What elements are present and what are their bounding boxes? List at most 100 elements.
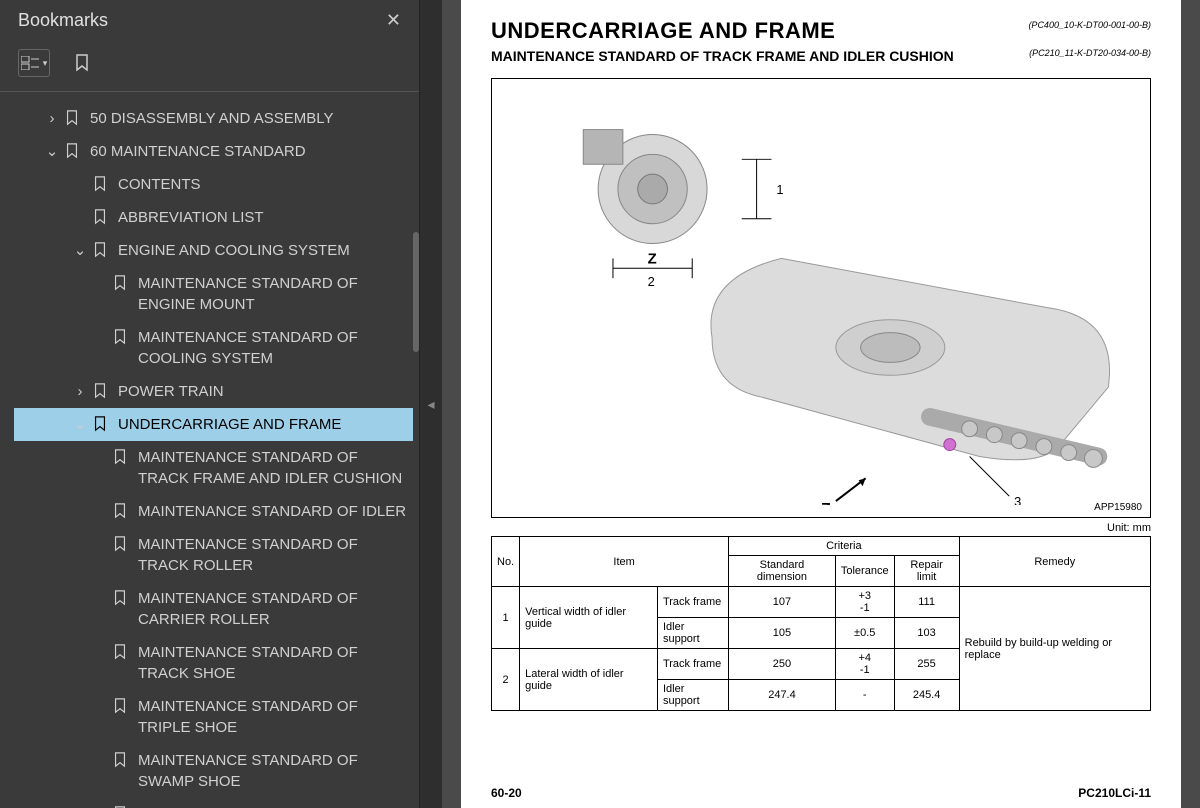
bookmark-label: MAINTENANCE STANDARD OF COOLING SYSTEM bbox=[138, 327, 409, 369]
bookmark-icon bbox=[112, 644, 128, 660]
bookmark-item[interactable]: MAINTENANCE STANDARD OF CARRIER ROLLER bbox=[14, 582, 413, 636]
bookmark-label: 60 MAINTENANCE STANDARD bbox=[90, 141, 409, 162]
bookmark-item[interactable]: MAINTENANCE STANDARD OF TRACK FRAME AND … bbox=[14, 441, 413, 495]
bookmark-item[interactable]: MAINTENANCE STANDARD OF TRACK SHOE bbox=[14, 636, 413, 690]
bookmark-item[interactable]: MAINTENANCE STANDARD OF ENGINE MOUNT bbox=[14, 267, 413, 321]
bookmark-item[interactable]: › POWER TRAIN bbox=[14, 375, 413, 408]
bookmarks-title: Bookmarks bbox=[18, 10, 108, 31]
bookmark-item[interactable]: CONTENTS bbox=[14, 168, 413, 201]
bookmark-label: MAINTENANCE STANDARD OF TRACK SHOE bbox=[138, 642, 409, 684]
doc-code-1: (PC400_10-K-DT00-001-00-B) bbox=[1028, 20, 1151, 30]
bookmark-icon bbox=[64, 143, 80, 159]
th-std: Standard dimension bbox=[729, 556, 836, 587]
cell-remedy: Rebuild by build-up welding or replace bbox=[959, 587, 1150, 711]
cell: - bbox=[835, 680, 894, 711]
bookmark-icon bbox=[92, 209, 108, 225]
th-rep: Repair limit bbox=[894, 556, 959, 587]
th-item: Item bbox=[520, 537, 729, 587]
technical-diagram: 1 Z 2 bbox=[504, 91, 1138, 505]
cell: 255 bbox=[894, 649, 959, 680]
cell: 105 bbox=[729, 618, 836, 649]
panel-collapse-handle[interactable]: ◂ bbox=[420, 0, 442, 808]
cell: 2 bbox=[492, 649, 520, 711]
bookmark-label: MAINTENANCE STANDARD OF ENGINE MOUNT bbox=[138, 273, 409, 315]
cell: Vertical width of idler guide bbox=[520, 587, 658, 649]
bookmark-item[interactable]: MAINTENANCE STANDARD OF TRACK ROLLER bbox=[14, 528, 413, 582]
options-button[interactable]: ▾ bbox=[18, 49, 50, 77]
bookmark-label: ENGINE AND COOLING SYSTEM bbox=[118, 240, 409, 261]
cell: 107 bbox=[729, 587, 836, 618]
callout-2: 2 bbox=[648, 274, 655, 289]
bookmarks-tree[interactable]: › 50 DISASSEMBLY AND ASSEMBLY ⌄ 60 MAINTENA… bbox=[0, 92, 419, 808]
bookmark-icon bbox=[92, 176, 108, 192]
bookmark-label: POWER TRAIN bbox=[118, 381, 409, 402]
bookmark-item[interactable]: ⌄ 60 MAINTENANCE STANDARD bbox=[14, 135, 413, 168]
bookmark-label: MAINTENANCE STANDARD OF TRACK ROLLER bbox=[138, 534, 409, 576]
bookmark-icon bbox=[112, 275, 128, 291]
footer-right: PC210LCi-11 bbox=[1078, 786, 1151, 800]
bookmark-item[interactable]: MAINTENANCE STANDARD OF COOLING SYSTEM bbox=[14, 321, 413, 375]
chevron-icon[interactable]: ⌄ bbox=[72, 414, 88, 435]
callout-1: 1 bbox=[776, 182, 783, 197]
bookmark-label: 50 DISASSEMBLY AND ASSEMBLY bbox=[90, 108, 409, 129]
footer-left: 60-20 bbox=[491, 786, 522, 800]
cell: 245.4 bbox=[894, 680, 959, 711]
bookmark-icon bbox=[92, 242, 108, 258]
cell: 1 bbox=[492, 587, 520, 649]
document-viewport[interactable]: UNDERCARRIAGE AND FRAME (PC400_10-K-DT00… bbox=[442, 0, 1200, 808]
bookmark-item[interactable]: MAINTENANCE STANDARD OF TRIPLE SHOE bbox=[14, 690, 413, 744]
figure-box: 1 Z 2 bbox=[491, 78, 1151, 518]
cell: 103 bbox=[894, 618, 959, 649]
chevron-icon[interactable]: ⌄ bbox=[72, 240, 88, 261]
cell: 247.4 bbox=[729, 680, 836, 711]
th-remedy: Remedy bbox=[959, 537, 1150, 587]
th-criteria: Criteria bbox=[729, 537, 960, 556]
bookmark-label: UNDERCARRIAGE AND FRAME bbox=[118, 414, 409, 435]
bookmark-label: MAINTENANCE STANDARD OF ROAD bbox=[138, 804, 409, 808]
bookmark-item[interactable]: ⌄ ENGINE AND COOLING SYSTEM bbox=[14, 234, 413, 267]
cell: Track frame bbox=[657, 587, 728, 618]
bookmark-item[interactable]: MAINTENANCE STANDARD OF IDLER bbox=[14, 495, 413, 528]
bookmark-label: MAINTENANCE STANDARD OF TRIPLE SHOE bbox=[138, 696, 409, 738]
chevron-left-icon: ◂ bbox=[427, 396, 434, 413]
cell: Lateral width of idler guide bbox=[520, 649, 658, 711]
scrollbar-thumb[interactable] bbox=[413, 232, 419, 352]
figure-id: APP15980 bbox=[1094, 502, 1142, 513]
chevron-icon[interactable]: › bbox=[44, 108, 60, 129]
bookmark-item[interactable]: › 50 DISASSEMBLY AND ASSEMBLY bbox=[14, 102, 413, 135]
bookmark-icon bbox=[112, 503, 128, 519]
pdf-page: UNDERCARRIAGE AND FRAME (PC400_10-K-DT00… bbox=[461, 0, 1181, 808]
close-icon[interactable]: ✕ bbox=[386, 10, 401, 31]
bookmark-icon bbox=[112, 329, 128, 345]
doc-code-2: (PC210_11-K-DT20-034-00-B) bbox=[1029, 48, 1151, 58]
cell: Idler support bbox=[657, 618, 728, 649]
bookmark-ribbon-icon[interactable] bbox=[66, 49, 98, 77]
cell: 250 bbox=[729, 649, 836, 680]
th-no: No. bbox=[492, 537, 520, 587]
bookmarks-panel: Bookmarks ✕ ▾ › 50 DISASSEMBLY AND ASSEMB… bbox=[0, 0, 420, 808]
bookmark-icon bbox=[64, 110, 80, 126]
unit-label: Unit: mm bbox=[491, 522, 1151, 534]
bookmark-label: ABBREVIATION LIST bbox=[118, 207, 409, 228]
cell: Track frame bbox=[657, 649, 728, 680]
bookmark-icon bbox=[112, 449, 128, 465]
cell: Idler support bbox=[657, 680, 728, 711]
chevron-icon[interactable]: ⌄ bbox=[44, 141, 60, 162]
cell: +4 -1 bbox=[835, 649, 894, 680]
cell: ±0.5 bbox=[835, 618, 894, 649]
bookmark-label: MAINTENANCE STANDARD OF SWAMP SHOE bbox=[138, 750, 409, 792]
bookmark-item[interactable]: ⌄ UNDERCARRIAGE AND FRAME bbox=[14, 408, 413, 441]
bookmark-item[interactable]: MAINTENANCE STANDARD OF SWAMP SHOE bbox=[14, 744, 413, 798]
bookmark-label: MAINTENANCE STANDARD OF IDLER bbox=[138, 501, 409, 522]
cell: 111 bbox=[894, 587, 959, 618]
callout-z-top: Z bbox=[648, 251, 657, 267]
bookmark-item[interactable]: ABBREVIATION LIST bbox=[14, 201, 413, 234]
page-footer: 60-20 PC210LCi-11 bbox=[491, 786, 1151, 800]
chevron-icon[interactable]: › bbox=[72, 381, 88, 402]
bookmark-icon bbox=[112, 590, 128, 606]
bookmark-item[interactable]: MAINTENANCE STANDARD OF ROAD bbox=[14, 798, 413, 808]
th-tol: Tolerance bbox=[835, 556, 894, 587]
bookmark-label: MAINTENANCE STANDARD OF CARRIER ROLLER bbox=[138, 588, 409, 630]
bookmarks-header: Bookmarks ✕ bbox=[0, 0, 419, 41]
spec-table: No. Item Criteria Remedy Standard dimens… bbox=[491, 536, 1151, 711]
